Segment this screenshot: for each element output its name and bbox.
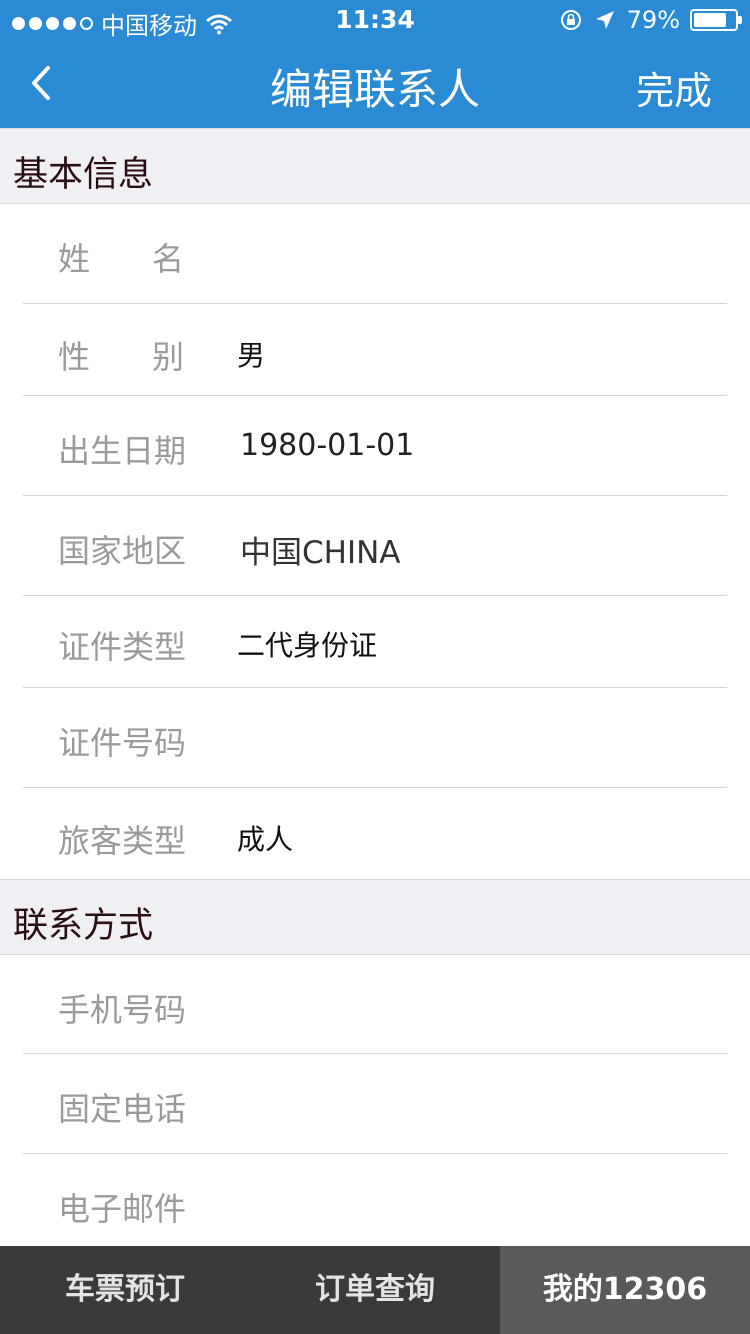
passenger-type-value[interactable]: 成人 [237,818,293,858]
landline-label: 固定电话 [58,1090,187,1128]
name-label: 姓名 [58,240,247,278]
tab-my-12306[interactable]: 我的12306 [500,1246,750,1334]
section-header-contact: 联系方式 [0,879,750,955]
field-row-landline[interactable]: 固定电话 [0,1054,750,1154]
id-type-value[interactable]: 二代身份证 [237,624,377,664]
field-row-email[interactable]: 电子邮件 [0,1154,750,1246]
email-label: 电子邮件 [58,1190,187,1228]
battery-percent: 79% [626,6,680,34]
field-row-name[interactable]: 姓名 [0,204,750,304]
country-label: 国家地区 [58,532,187,570]
tab-bar: 车票预订 订单查询 我的12306 [0,1246,750,1334]
done-button[interactable]: 完成 [636,60,712,115]
section-title-contact: 联系方式 [13,906,154,946]
status-bar: 中国移动 11:34 79% [0,0,750,40]
country-value[interactable]: 中国CHINA [240,527,401,572]
id-type-label: 证件类型 [58,628,187,666]
tab-order-query[interactable]: 订单查询 [250,1246,500,1334]
section-header-basic: 基本信息 [0,128,750,204]
field-row-passenger-type[interactable]: 旅客类型 成人 [0,788,750,880]
rotation-lock-icon [560,10,581,30]
id-number-label: 证件号码 [58,724,187,762]
field-row-country[interactable]: 国家地区 中国CHINA [0,496,750,596]
field-row-birth-date[interactable]: 出生日期 1980-01-01 [0,396,750,496]
section-title-basic: 基本信息 [13,155,154,195]
field-row-id-number[interactable]: 证件号码 [0,688,750,788]
field-row-id-type[interactable]: 证件类型 二代身份证 [0,596,750,688]
location-icon [595,11,614,29]
gender-label: 性别 [58,338,247,376]
birth-date-value[interactable]: 1980-01-01 [240,428,414,463]
field-row-mobile[interactable]: 手机号码 [0,955,750,1054]
battery-icon [690,9,742,31]
nav-bar: 编辑联系人 完成 [0,40,750,128]
mobile-label: 手机号码 [58,991,187,1029]
gender-value[interactable]: 男 [237,334,265,374]
birth-date-label: 出生日期 [58,432,187,470]
top-bar: 中国移动 11:34 79% 编辑联系人 完成 [0,0,750,128]
field-row-gender[interactable]: 性别 男 [0,304,750,396]
tab-ticket-booking[interactable]: 车票预订 [0,1246,250,1334]
passenger-type-label: 旅客类型 [58,822,187,860]
